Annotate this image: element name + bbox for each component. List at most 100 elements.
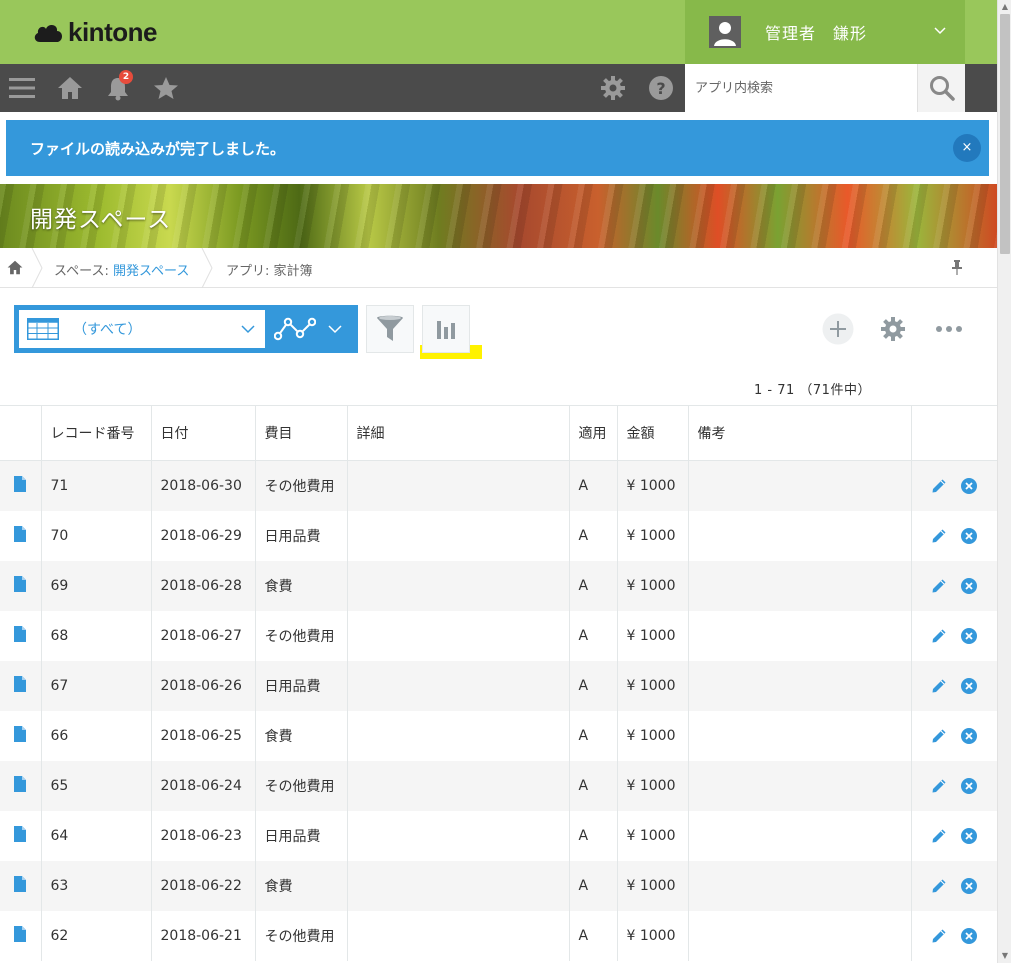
page-scrollbar[interactable]: ▲ ▼	[997, 0, 1011, 963]
delete-record-button[interactable]	[961, 627, 978, 644]
home-button[interactable]	[56, 64, 84, 112]
edit-record-button[interactable]	[931, 528, 947, 544]
column-header-detail[interactable]: 詳細	[347, 405, 570, 461]
breadcrumb-home[interactable]	[7, 260, 23, 279]
cell-date: 2018-06-25	[151, 710, 256, 761]
help-button[interactable]: ?	[647, 64, 675, 112]
column-header-record-number[interactable]: レコード番号	[41, 405, 152, 461]
star-icon	[154, 77, 178, 99]
table-row[interactable]: 68 2018-06-27 その他費用 A ¥ 1000	[0, 610, 997, 661]
table-row[interactable]: 64 2018-06-23 日用品費 A ¥ 1000	[0, 810, 997, 861]
close-notification-button[interactable]: ×	[953, 134, 981, 162]
delete-record-button[interactable]	[961, 727, 978, 744]
cell-amount: ¥ 1000	[617, 760, 689, 811]
kintone-logo[interactable]: kintone	[32, 17, 157, 48]
edit-record-button[interactable]	[931, 578, 947, 594]
delete-record-button[interactable]	[961, 527, 978, 544]
edit-record-button[interactable]	[931, 878, 947, 894]
table-view-icon	[27, 318, 59, 340]
record-detail-link[interactable]	[0, 860, 42, 911]
cell-date: 2018-06-26	[151, 660, 256, 711]
edit-record-button[interactable]	[931, 778, 947, 794]
delete-record-button[interactable]	[961, 777, 978, 794]
delete-circle-icon	[961, 477, 978, 494]
search-button[interactable]	[917, 64, 965, 112]
column-header-amount[interactable]: 金額	[617, 405, 689, 461]
record-detail-link[interactable]	[0, 560, 42, 611]
cell-category: その他費用	[255, 910, 348, 961]
edit-record-button[interactable]	[931, 628, 947, 644]
filter-button[interactable]	[366, 305, 414, 353]
edit-record-button[interactable]	[931, 828, 947, 844]
column-header-apply[interactable]: 適用	[569, 405, 618, 461]
table-row[interactable]: 62 2018-06-21 その他費用 A ¥ 1000	[0, 910, 997, 961]
favorites-button[interactable]	[152, 64, 180, 112]
delete-record-button[interactable]	[961, 927, 978, 944]
scroll-thumb[interactable]	[1000, 14, 1010, 254]
settings-button[interactable]	[599, 64, 627, 112]
breadcrumb-app[interactable]: アプリ: 家計簿	[226, 260, 313, 279]
table-row[interactable]: 63 2018-06-22 食費 A ¥ 1000	[0, 860, 997, 911]
edit-record-button[interactable]	[931, 678, 947, 694]
cell-category: 日用品費	[255, 810, 348, 861]
add-record-button[interactable]	[822, 313, 854, 345]
record-detail-link[interactable]	[0, 460, 42, 511]
delete-record-button[interactable]	[961, 477, 978, 494]
column-header-note[interactable]: 備考	[688, 405, 912, 461]
graph-selector[interactable]	[270, 305, 358, 353]
menu-button[interactable]	[8, 64, 36, 112]
row-actions	[911, 810, 997, 861]
gear-icon	[881, 317, 905, 341]
record-detail-link[interactable]	[0, 810, 42, 861]
space-title[interactable]: 開発スペース	[30, 200, 171, 234]
breadcrumb-space[interactable]: スペース: 開発スペース	[54, 260, 189, 279]
app-settings-button[interactable]	[877, 313, 909, 345]
cell-category: その他費用	[255, 760, 348, 811]
table-row[interactable]: 70 2018-06-29 日用品費 A ¥ 1000	[0, 510, 997, 561]
table-row[interactable]: 65 2018-06-24 その他費用 A ¥ 1000	[0, 760, 997, 811]
cell-date: 2018-06-27	[151, 610, 256, 661]
edit-record-button[interactable]	[931, 478, 947, 494]
record-detail-icon	[14, 675, 27, 692]
cell-note	[688, 660, 912, 711]
scroll-down-icon[interactable]: ▼	[998, 949, 1011, 963]
app-page: kintone 管理者 鎌形 2 ? アプリ内検索 ファイルの読み込みが完了しま…	[0, 0, 997, 963]
cell-record-number: 63	[41, 860, 152, 911]
scroll-up-icon[interactable]: ▲	[998, 0, 1011, 14]
delete-record-button[interactable]	[961, 877, 978, 894]
record-detail-link[interactable]	[0, 510, 42, 561]
view-dropdown[interactable]: （すべて）	[19, 310, 265, 348]
cell-date: 2018-06-22	[151, 860, 256, 911]
filter-icon	[377, 315, 403, 341]
record-detail-link[interactable]	[0, 910, 42, 961]
record-detail-link[interactable]	[0, 660, 42, 711]
app-search-input[interactable]	[685, 64, 917, 112]
user-menu[interactable]: 管理者 鎌形	[685, 0, 965, 64]
breadcrumb-space-link[interactable]: 開発スペース	[113, 264, 189, 279]
edit-record-button[interactable]	[931, 728, 947, 744]
graph-button[interactable]	[422, 305, 470, 353]
record-detail-link[interactable]	[0, 760, 42, 811]
hamburger-icon	[9, 78, 35, 98]
record-detail-link[interactable]	[0, 610, 42, 661]
table-row[interactable]: 66 2018-06-25 食費 A ¥ 1000	[0, 710, 997, 761]
delete-record-button[interactable]	[961, 827, 978, 844]
column-header-date[interactable]: 日付	[151, 405, 256, 461]
delete-record-button[interactable]	[961, 577, 978, 594]
pin-button[interactable]	[950, 259, 964, 279]
table-row[interactable]: 67 2018-06-26 日用品費 A ¥ 1000	[0, 660, 997, 711]
table-row[interactable]: 69 2018-06-28 食費 A ¥ 1000	[0, 560, 997, 611]
cell-apply: A	[569, 510, 618, 561]
delete-circle-icon	[961, 777, 978, 794]
edit-record-button[interactable]	[931, 928, 947, 944]
row-actions	[911, 560, 997, 611]
cell-amount: ¥ 1000	[617, 460, 689, 511]
cell-amount: ¥ 1000	[617, 510, 689, 561]
table-row[interactable]: 71 2018-06-30 その他費用 A ¥ 1000	[0, 460, 997, 511]
delete-record-button[interactable]	[961, 677, 978, 694]
cell-amount: ¥ 1000	[617, 660, 689, 711]
record-detail-link[interactable]	[0, 710, 42, 761]
more-options-button[interactable]	[933, 313, 965, 345]
notification-button[interactable]: 2	[104, 64, 133, 112]
column-header-category[interactable]: 費目	[255, 405, 348, 461]
